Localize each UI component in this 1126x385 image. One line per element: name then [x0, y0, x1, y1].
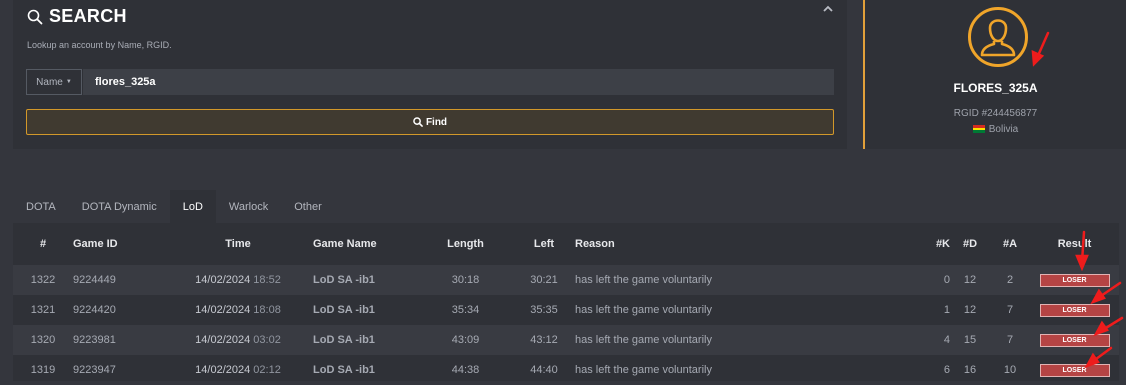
loser-badge: LOSER: [1039, 334, 1110, 347]
cell-date: 14/02/2024: [195, 364, 251, 376]
tab-dota-dynamic[interactable]: DOTA Dynamic: [69, 190, 170, 223]
col-header-reason[interactable]: Reason: [575, 223, 915, 265]
find-button[interactable]: Find: [26, 109, 834, 135]
caret-down-icon: ▼: [65, 79, 72, 85]
table-row[interactable]: 1322 9224449 14/02/2024 18:52 LoD SA -ib…: [13, 265, 1119, 295]
cell-assists: 7: [1006, 304, 1014, 316]
cell-assists: 2: [990, 265, 1030, 295]
search-title: SEARCH: [27, 6, 127, 27]
table-header-row: # Game ID Time Game Name Length Left Rea…: [13, 223, 1119, 265]
profile-rgid: RGID #244456877: [953, 108, 1038, 119]
loser-badge: LOSER: [1039, 364, 1110, 377]
cell-deaths: 12: [950, 265, 990, 295]
col-header-assists[interactable]: #A: [990, 223, 1030, 265]
loser-badge: LOSER: [1039, 274, 1110, 287]
col-header-deaths[interactable]: #D: [950, 223, 990, 265]
cell-kills: 0: [915, 265, 950, 295]
cell-length: 35:34: [451, 304, 480, 316]
cell-clock: 18:08: [253, 304, 281, 316]
tab-dota[interactable]: DOTA: [13, 190, 69, 223]
search-title-text: SEARCH: [49, 6, 127, 26]
cell-result: LOSER: [1030, 325, 1119, 355]
cell-assists: 7: [990, 325, 1030, 355]
cell-clock: 03:02: [253, 334, 281, 346]
chevron-up-icon[interactable]: [822, 3, 834, 15]
cell-reason: has left the game voluntarily: [575, 304, 712, 316]
tab-other[interactable]: Other: [281, 190, 335, 223]
cell-kills: 1: [943, 304, 950, 316]
search-filter-select[interactable]: Name ▼: [26, 69, 82, 95]
search-subtitle: Lookup an account by Name, RGID.: [27, 40, 172, 50]
cell-game-id: 9224449: [73, 265, 163, 295]
cell-time: 14/02/2024 03:02: [163, 325, 313, 355]
tab-warlock[interactable]: Warlock: [216, 190, 281, 223]
cell-deaths: 12: [963, 304, 977, 316]
search-icon: [413, 117, 423, 127]
loser-badge: LOSER: [1039, 304, 1110, 317]
col-header-result[interactable]: Result: [1030, 223, 1119, 265]
cell-number: 1322: [13, 265, 73, 295]
tab-lod[interactable]: LoD: [169, 190, 216, 223]
games-table-panel: # Game ID Time Game Name Length Left Rea…: [13, 223, 1119, 381]
cell-result: LOSER: [1030, 295, 1119, 325]
cell-game-id: 9224420: [73, 304, 116, 316]
cell-date: 14/02/2024: [195, 274, 251, 286]
search-filter-label: Name: [36, 76, 63, 88]
cell-game-id: 9223981: [73, 325, 163, 355]
bolivia-flag-icon: [972, 125, 985, 133]
col-header-game-id[interactable]: Game ID: [73, 223, 163, 265]
cell-kills: 4: [915, 325, 950, 355]
cell-game-name[interactable]: LoD SA -ib1: [313, 265, 418, 295]
col-header-length[interactable]: Length: [418, 223, 513, 265]
table-row[interactable]: 1321 9224420 14/02/2024 18:08 LoD SA -ib…: [13, 295, 1119, 325]
cell-length: 30:18: [418, 265, 513, 295]
profile-panel: FLORES_325A RGID #244456877 Bolivia: [863, 0, 1126, 149]
profile-country: Bolivia: [865, 124, 1126, 135]
cell-number: 1320: [13, 325, 73, 355]
cell-reason: has left the game voluntarily: [575, 325, 915, 355]
col-header-game-name[interactable]: Game Name: [313, 223, 418, 265]
cell-time: 14/02/2024 18:08: [163, 295, 313, 325]
cell-result: LOSER: [1030, 265, 1119, 295]
search-input[interactable]: flores_325a: [83, 69, 834, 95]
profile-name: FLORES_325A: [953, 81, 1038, 95]
col-header-kills[interactable]: #K: [915, 223, 950, 265]
cell-time: 14/02/2024 18:52: [163, 265, 313, 295]
cell-date: 14/02/2024: [195, 334, 251, 346]
find-button-label: Find: [425, 116, 448, 128]
col-header-number[interactable]: #: [13, 223, 73, 265]
cell-number: 1321: [30, 304, 56, 316]
table-row[interactable]: 1320 9223981 14/02/2024 03:02 LoD SA -ib…: [13, 325, 1119, 355]
user-avatar-icon: [968, 7, 1028, 67]
cell-left: 35:35: [530, 304, 558, 316]
cell-length: 43:09: [418, 325, 513, 355]
cell-clock: 18:52: [253, 274, 281, 286]
cell-clock: 02:12: [253, 364, 281, 376]
profile-country-name: Bolivia: [988, 124, 1019, 135]
games-table: # Game ID Time Game Name Length Left Rea…: [13, 223, 1119, 385]
cell-deaths: 15: [950, 325, 990, 355]
cell-left: 43:12: [513, 325, 575, 355]
cell-game-name[interactable]: LoD SA -ib1: [313, 295, 418, 325]
cell-game-name[interactable]: LoD SA -ib1: [313, 325, 418, 355]
cell-left: 30:21: [513, 265, 575, 295]
search-icon: [27, 9, 43, 24]
cell-reason: has left the game voluntarily: [575, 265, 915, 295]
cell-date: 14/02/2024: [195, 304, 251, 316]
col-header-time[interactable]: Time: [163, 223, 313, 265]
game-mode-tabs: DOTA DOTA Dynamic LoD Warlock Other: [13, 190, 335, 223]
col-header-left[interactable]: Left: [513, 223, 575, 265]
search-panel: SEARCH Lookup an account by Name, RGID. …: [13, 0, 847, 149]
